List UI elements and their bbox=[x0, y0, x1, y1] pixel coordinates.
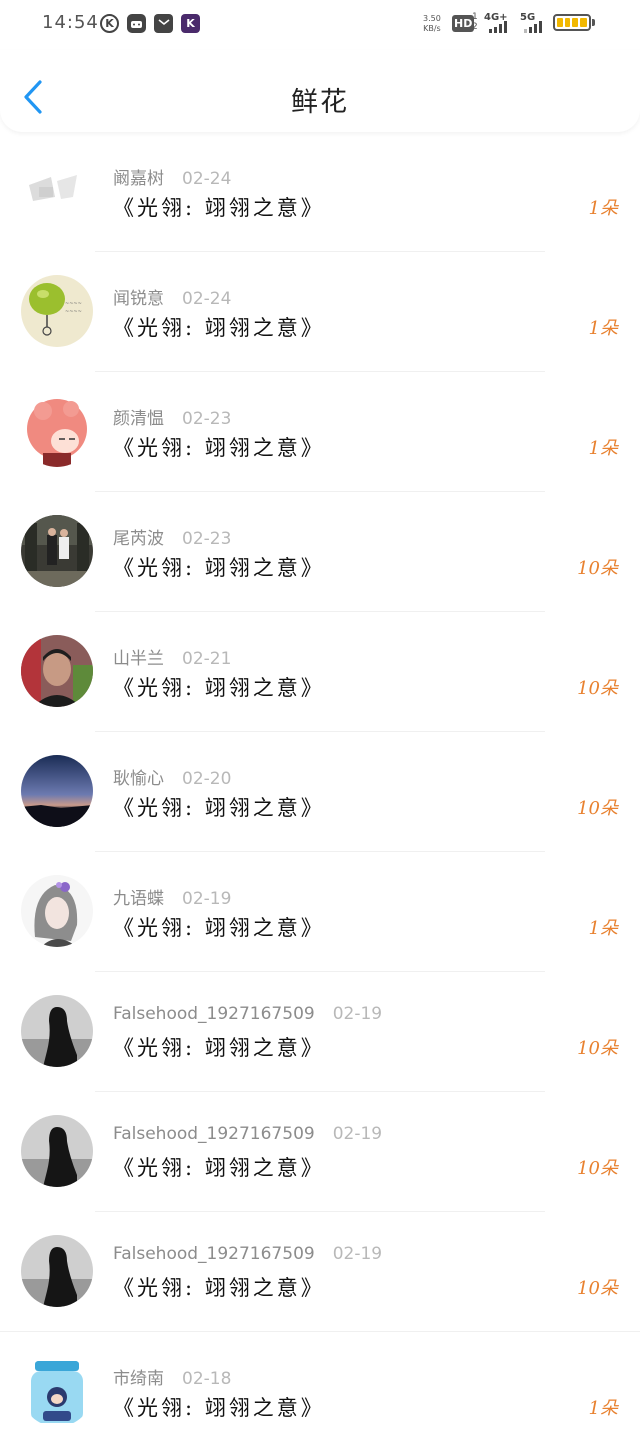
sender-meta: 尾芮波 02-23 bbox=[113, 524, 231, 549]
send-date: 02-24 bbox=[182, 289, 232, 309]
sender-name: Falsehood_1927167509 bbox=[113, 1004, 315, 1024]
sender-name: 阚嘉树 bbox=[113, 169, 164, 189]
page-title: 鲜花 bbox=[291, 87, 349, 118]
sender-name: 闻锐意 bbox=[113, 289, 164, 309]
signal-bars-2-icon bbox=[524, 20, 542, 33]
net-speed: 3.50 KB/s bbox=[423, 14, 441, 34]
gift-title: 《光翎: 翊翎之意》 bbox=[113, 196, 325, 220]
header-bar: 鲜花 bbox=[0, 50, 640, 132]
avatar[interactable] bbox=[21, 635, 93, 707]
gift-title: 《光翎: 翊翎之意》 bbox=[113, 1396, 325, 1420]
list-item[interactable]: Falsehood_1927167509 02-19 《光翎: 翊翎之意》 10朵 bbox=[0, 1092, 640, 1212]
gift-title: 《光翎: 翊翎之意》 bbox=[113, 676, 325, 700]
sender-name: 颜清愠 bbox=[113, 409, 164, 429]
flower-count: 10朵 bbox=[577, 798, 618, 819]
hd-badge: HD bbox=[452, 15, 475, 32]
sender-name: 尾芮波 bbox=[113, 529, 164, 549]
send-date: 02-19 bbox=[332, 1124, 383, 1144]
send-date: 02-19 bbox=[332, 1244, 383, 1264]
sender-meta: Falsehood_1927167509 02-19 bbox=[113, 1244, 382, 1264]
sender-meta: 耿愉心 02-20 bbox=[113, 764, 231, 789]
battery-icon bbox=[553, 14, 591, 31]
sender-meta: 山半兰 02-21 bbox=[113, 644, 231, 669]
send-date: 02-18 bbox=[182, 1369, 232, 1389]
avatar[interactable] bbox=[21, 875, 93, 947]
gift-title: 《光翎: 翊翎之意》 bbox=[113, 316, 325, 340]
gift-title: 《光翎: 翊翎之意》 bbox=[113, 1276, 325, 1300]
gift-title: 《光翎: 翊翎之意》 bbox=[113, 436, 325, 460]
svg-text:~~~~: ~~~~ bbox=[65, 301, 82, 307]
svg-text:~~~~: ~~~~ bbox=[65, 309, 82, 315]
flower-gift-list: 阚嘉树 02-24 《光翎: 翊翎之意》 1朵 ~~~~ ~~~~ 闻锐意 02-2… bbox=[0, 132, 640, 1452]
flower-count: 1朵 bbox=[588, 318, 618, 339]
avatar[interactable] bbox=[21, 395, 93, 467]
sender-meta: 九语蝶 02-19 bbox=[113, 884, 231, 909]
flower-count: 10朵 bbox=[577, 678, 618, 699]
list-item[interactable]: 颜清愠 02-23 《光翎: 翊翎之意》 1朵 bbox=[0, 372, 640, 492]
flower-count: 1朵 bbox=[588, 198, 618, 219]
gift-title: 《光翎: 翊翎之意》 bbox=[113, 556, 325, 580]
send-date: 02-23 bbox=[182, 409, 232, 429]
game-icon bbox=[127, 14, 146, 33]
list-item[interactable]: 山半兰 02-21 《光翎: 翊翎之意》 10朵 bbox=[0, 612, 640, 732]
sender-meta: 闻锐意 02-24 bbox=[113, 284, 231, 309]
gift-title: 《光翎: 翊翎之意》 bbox=[113, 796, 325, 820]
send-date: 02-24 bbox=[182, 169, 232, 189]
sender-meta: 颜清愠 02-23 bbox=[113, 404, 231, 429]
avatar[interactable] bbox=[21, 1115, 93, 1187]
net-speed-unit: KB/s bbox=[423, 24, 441, 33]
sender-meta: 市绮南 02-18 bbox=[113, 1364, 231, 1389]
hd-sub: 1 2 bbox=[472, 12, 478, 32]
flower-count: 10朵 bbox=[577, 1278, 618, 1299]
sender-name: Falsehood_1927167509 bbox=[113, 1124, 315, 1144]
flower-count: 1朵 bbox=[588, 438, 618, 459]
avatar[interactable] bbox=[21, 995, 93, 1067]
list-item[interactable]: 阚嘉树 02-24 《光翎: 翊翎之意》 1朵 bbox=[0, 132, 640, 252]
gift-title: 《光翎: 翊翎之意》 bbox=[113, 916, 325, 940]
status-time: 14:54 bbox=[42, 12, 99, 33]
flower-count: 1朵 bbox=[588, 918, 618, 939]
gift-title: 《光翎: 翊翎之意》 bbox=[113, 1036, 325, 1060]
list-item[interactable]: ~~~~ ~~~~ 闻锐意 02-24 《光翎: 翊翎之意》 1朵 bbox=[0, 252, 640, 372]
flower-count: 10朵 bbox=[577, 1038, 618, 1059]
list-item[interactable]: Falsehood_1927167509 02-19 《光翎: 翊翎之意》 10朵 bbox=[0, 1212, 640, 1332]
mail-icon bbox=[154, 14, 173, 33]
net-speed-value: 3.50 bbox=[423, 14, 441, 23]
gift-title: 《光翎: 翊翎之意》 bbox=[113, 1156, 325, 1180]
list-item[interactable]: 耿愉心 02-20 《光翎: 翊翎之意》 10朵 bbox=[0, 732, 640, 852]
sender-name: 耿愉心 bbox=[113, 769, 164, 789]
sender-name: 九语蝶 bbox=[113, 889, 164, 909]
status-bar: 14:54 K K 3.50 KB/s HD 1 2 4G+ 5G bbox=[0, 0, 640, 50]
send-date: 02-21 bbox=[182, 649, 232, 669]
sender-meta: Falsehood_1927167509 02-19 bbox=[113, 1004, 382, 1024]
send-date: 02-19 bbox=[182, 889, 232, 909]
avatar[interactable] bbox=[21, 1235, 93, 1307]
list-item[interactable]: 市绮南 02-18 《光翎: 翊翎之意》 1朵 bbox=[0, 1332, 640, 1452]
k-app-icon: K bbox=[181, 14, 200, 33]
flower-count: 1朵 bbox=[588, 1398, 618, 1419]
list-item[interactable]: Falsehood_1927167509 02-19 《光翎: 翊翎之意》 10朵 bbox=[0, 972, 640, 1092]
sender-name: 市绮南 bbox=[113, 1369, 164, 1389]
sender-meta: Falsehood_1927167509 02-19 bbox=[113, 1124, 382, 1144]
signal-bars-1-icon bbox=[489, 20, 507, 33]
avatar[interactable] bbox=[21, 755, 93, 827]
avatar[interactable] bbox=[21, 515, 93, 587]
avatar[interactable]: ~~~~ ~~~~ bbox=[21, 275, 93, 347]
k-circle-icon: K bbox=[100, 14, 119, 33]
send-date: 02-19 bbox=[332, 1004, 383, 1024]
sender-name: 山半兰 bbox=[113, 649, 164, 669]
send-date: 02-23 bbox=[182, 529, 232, 549]
battery-tip bbox=[592, 19, 595, 26]
sender-name: Falsehood_1927167509 bbox=[113, 1244, 315, 1264]
avatar[interactable] bbox=[21, 155, 93, 227]
sender-meta: 阚嘉树 02-24 bbox=[113, 164, 231, 189]
flower-count: 10朵 bbox=[577, 558, 618, 579]
list-item[interactable]: 尾芮波 02-23 《光翎: 翊翎之意》 10朵 bbox=[0, 492, 640, 612]
flower-count: 10朵 bbox=[577, 1158, 618, 1179]
avatar[interactable] bbox=[21, 1355, 93, 1427]
send-date: 02-20 bbox=[182, 769, 232, 789]
list-item[interactable]: 九语蝶 02-19 《光翎: 翊翎之意》 1朵 bbox=[0, 852, 640, 972]
